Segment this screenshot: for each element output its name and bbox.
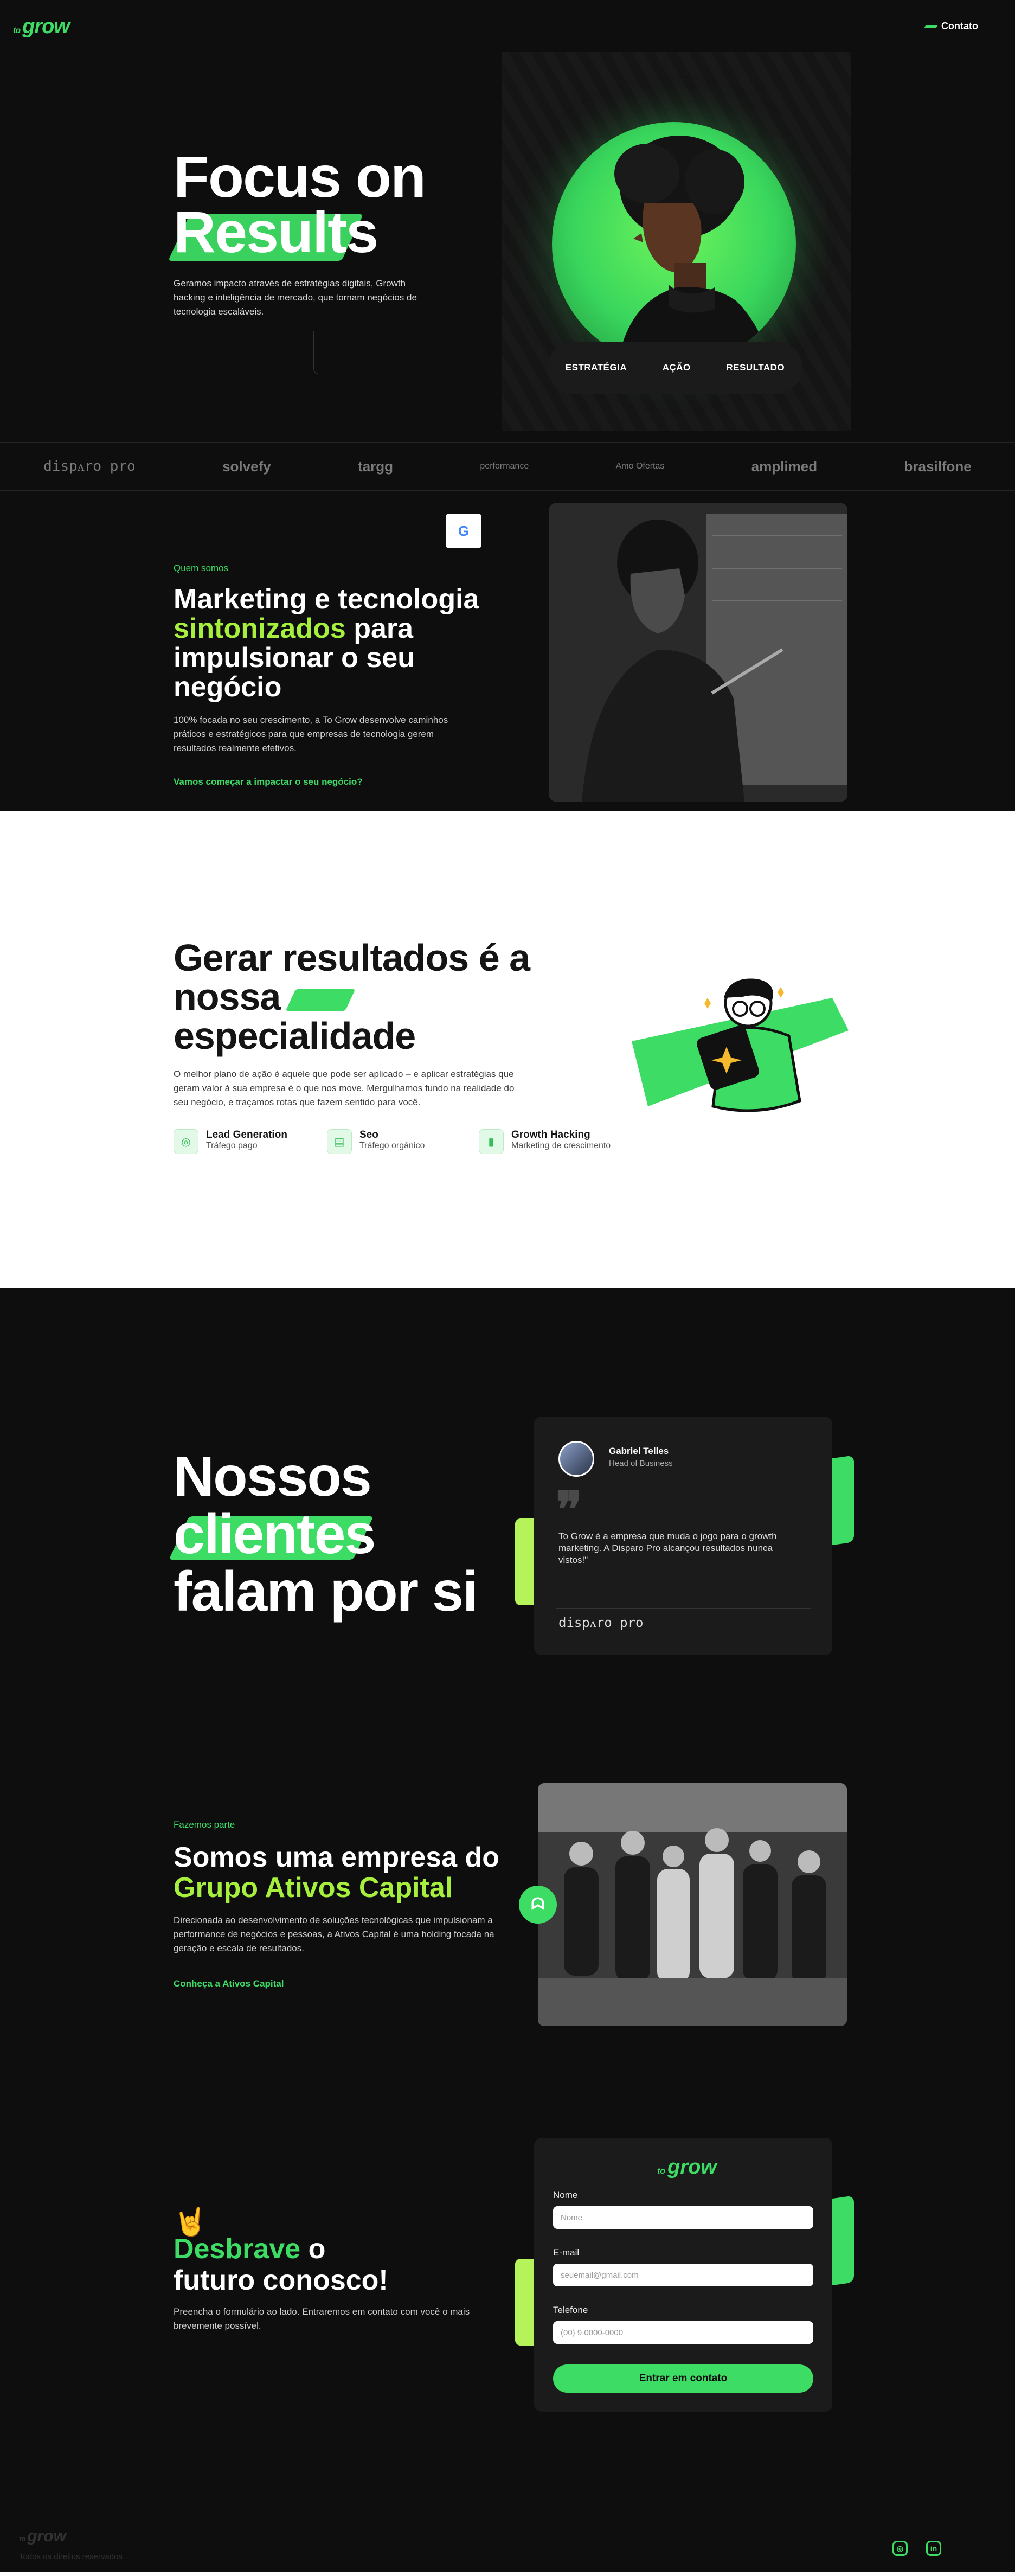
feature-title: Seo: [359, 1129, 378, 1140]
woman-portrait-image: [614, 136, 769, 366]
client-logo-amplimed: amplimed: [751, 458, 818, 475]
tab-acao[interactable]: AÇÃO: [663, 362, 691, 373]
instagram-icon[interactable]: ◎: [892, 2541, 908, 2556]
specialty-title-line1: Gerar resultados é a: [174, 937, 530, 979]
card-accent-lime: [515, 2259, 537, 2346]
name-label: Nome: [553, 2190, 578, 2200]
contact-label: Contato: [941, 21, 978, 31]
client-logos-strip: dispᴧro pro solvefy targg performance Am…: [0, 442, 1015, 491]
feature-title: Lead Generation: [206, 1129, 287, 1140]
form-logo: to grow: [657, 2156, 717, 2179]
target-icon: ◎: [174, 1129, 198, 1154]
group-cta-link[interactable]: Conheça a Ativos Capital: [174, 1978, 284, 1989]
specialty-title-line2: nossa: [174, 976, 281, 1018]
character-illustration: [632, 978, 849, 1112]
email-label: E-mail: [553, 2247, 580, 2258]
logo-text: grow: [27, 2527, 66, 2545]
divider: [556, 1608, 811, 1609]
feature-lead-generation: ◎ Lead Generation Tráfego pago: [174, 1129, 287, 1154]
hero-decorative-line: [313, 331, 525, 374]
hero-tabs: ESTRATÉGIA AÇÃO RESULTADO: [548, 342, 802, 394]
client-logo-brasilfone: brasilfone: [904, 458, 972, 475]
linkedin-icon[interactable]: in: [926, 2541, 941, 2556]
about-description: 100% focada no seu crescimento, a To Gro…: [174, 715, 448, 753]
hero-title-line1: Focus on: [174, 144, 426, 209]
ativos-capital-logo-icon: ᗣ: [519, 1886, 557, 1924]
logo-text: grow: [22, 15, 70, 38]
contact-description: Preencha o formulário ao lado. Entraremo…: [174, 2306, 470, 2331]
footer-bottom-bar: [0, 2572, 1015, 2576]
presentation-photo: [549, 503, 847, 802]
hero-title: Focus on Results: [168, 144, 426, 261]
team-photo: [538, 1783, 847, 2026]
about-title-highlight: sintonizados: [174, 613, 346, 644]
logo-prefix: to: [657, 2167, 666, 2176]
avatar: [558, 1441, 594, 1477]
contact-link[interactable]: Contato: [924, 21, 978, 32]
logo-prefix: to: [19, 2535, 26, 2543]
specialty-title-line3: especialidade: [174, 1015, 416, 1057]
footer-logo[interactable]: to grow: [19, 2527, 66, 2546]
card-accent-lime: [515, 1518, 537, 1605]
testimonial-author-role: Head of Business: [609, 1459, 673, 1468]
feature-seo: ▤ Seo Tráfego orgânico: [327, 1129, 425, 1154]
google-icon: G: [458, 522, 470, 539]
about-eyebrow: Quem somos: [174, 563, 229, 573]
name-field[interactable]: [553, 2206, 813, 2229]
about-title: Marketing e tecnologia sintonizados para …: [174, 585, 499, 702]
contact-title-highlight: Desbrave: [174, 2233, 301, 2265]
tab-resultado[interactable]: RESULTADO: [726, 362, 785, 373]
logo-text: grow: [667, 2156, 717, 2178]
logo[interactable]: to grow: [13, 15, 70, 39]
contact-title: Desbrave o futuro conosco!: [174, 2233, 445, 2296]
footer-copyright: Todos os direitos reservados: [19, 2552, 123, 2561]
logo-prefix: to: [13, 26, 21, 35]
feature-title: Growth Hacking: [511, 1129, 590, 1140]
testimonial-quote: To Grow é a empresa que muda o jogo para…: [558, 1531, 777, 1565]
about-cta-link[interactable]: Vamos começar a impactar o seu negócio?: [174, 777, 363, 787]
hero-portrait: [552, 122, 796, 366]
phone-field[interactable]: [553, 2321, 813, 2344]
chart-icon: ▤: [327, 1129, 352, 1154]
testimonials-title-line1: Nossos: [174, 1445, 372, 1508]
client-logo-performance: performance: [480, 462, 529, 471]
group-title-line1: Somos uma empresa do: [174, 1842, 500, 1873]
specialty-title: Gerar resultados é a nossa especialidade: [174, 938, 564, 1055]
contact-title-line2: futuro conosco!: [174, 2265, 388, 2296]
testimonials-title-line3: falam por si: [174, 1560, 478, 1623]
about-title-part1: Marketing e tecnologia: [174, 584, 479, 615]
testimonial-author-name: Gabriel Telles: [609, 1446, 669, 1456]
google-partner-badge: G: [446, 514, 481, 548]
specialty-description: O melhor plano de ação é aquele que pode…: [174, 1069, 515, 1107]
phone-label: Telefone: [553, 2305, 588, 2315]
client-logo-solvefy: solvefy: [222, 458, 271, 475]
client-logo-targg: targg: [358, 458, 394, 475]
group-title: Somos uma empresa do Grupo Ativos Capital: [174, 1842, 521, 1903]
feature-subtitle: Tráfego pago: [206, 1141, 258, 1150]
group-title-highlight: Grupo Ativos Capital: [174, 1872, 453, 1904]
specialty-stripe-decoration: [285, 989, 356, 1011]
quote-icon: ❞: [556, 1483, 582, 1537]
group-description: Direcionada ao desenvolvimento de soluçõ…: [174, 1915, 494, 1953]
feature-subtitle: Marketing de crescimento: [511, 1141, 611, 1150]
contact-title-part1: o: [308, 2233, 326, 2265]
client-logo-amo-ofertas: Amo Ofertas: [615, 462, 665, 471]
email-field[interactable]: [553, 2264, 813, 2286]
testimonial-company-logo: dispᴧro pro: [558, 1615, 644, 1630]
feature-subtitle: Tráfego orgânico: [359, 1141, 425, 1150]
dash-icon: [924, 24, 938, 28]
tab-estrategia[interactable]: ESTRATÉGIA: [566, 362, 627, 373]
client-logo-disparo: dispᴧro pro: [43, 458, 136, 475]
hero-subtitle: Geramos impacto através de estratégias d…: [174, 278, 417, 317]
team-group-image: [538, 1783, 847, 2026]
submit-button[interactable]: Entrar em contato: [553, 2364, 813, 2393]
woman-presenting-image: [549, 503, 847, 802]
group-eyebrow: Fazemos parte: [174, 1819, 235, 1830]
testimonials-title-line2: clientes: [174, 1503, 376, 1566]
feature-growth-hacking: ▮ Growth Hacking Marketing de crescimento: [479, 1129, 611, 1154]
hero-title-line2: Results: [174, 199, 378, 265]
testimonials-title: Nossos clientes falam por si: [169, 1445, 478, 1623]
bolt-icon: ▮: [479, 1129, 504, 1154]
